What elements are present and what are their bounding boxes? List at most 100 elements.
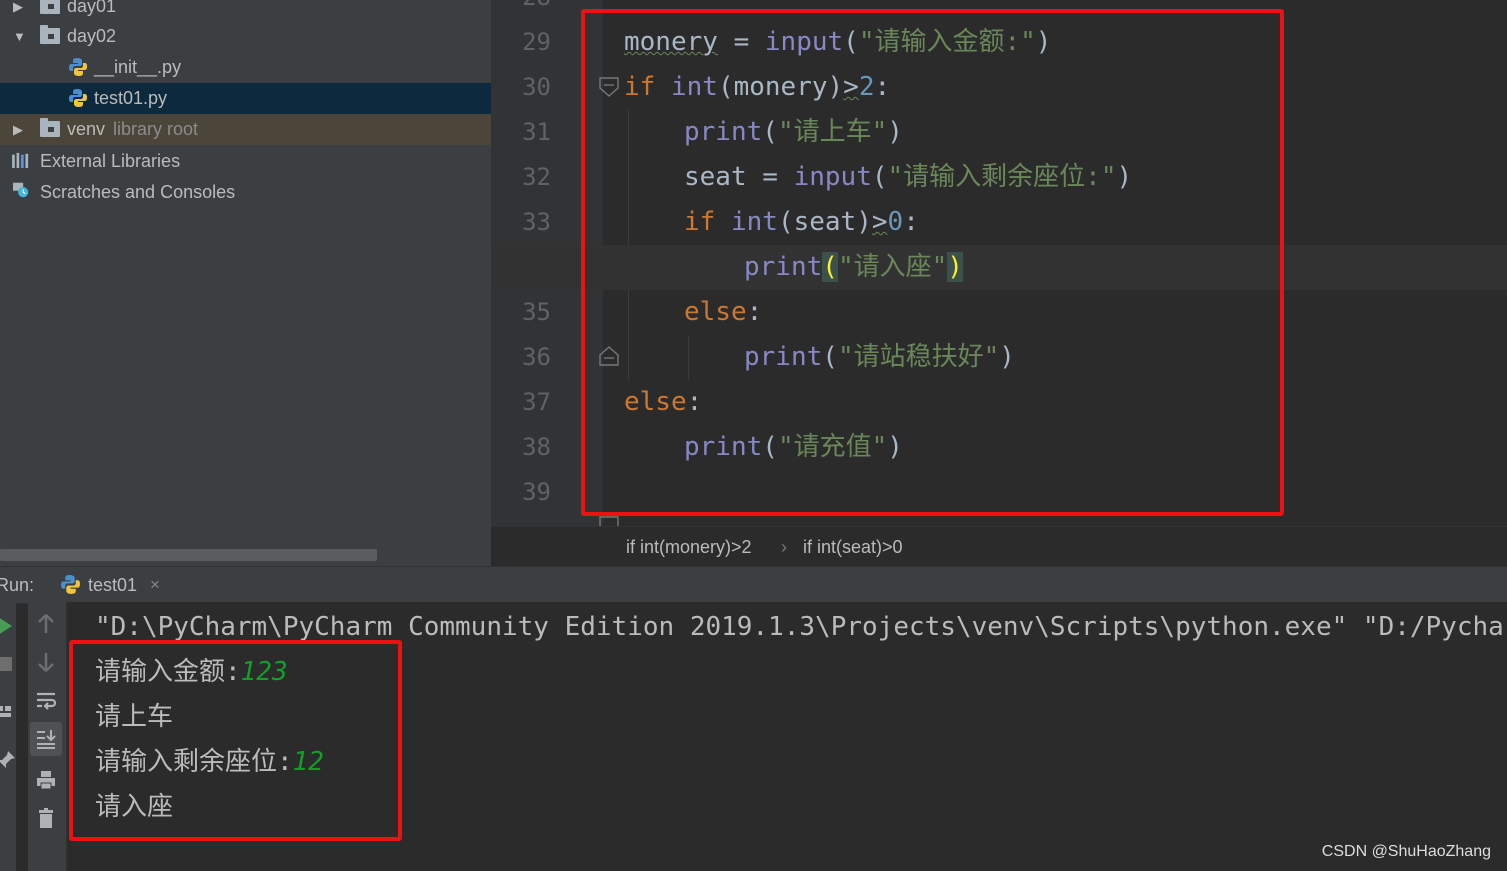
tree-item-init-py[interactable]: __init__.py: [0, 52, 491, 83]
project-tool-window: ▶ day01 ▼ day02 __init__.py test01.py ▶ …: [0, 0, 491, 566]
scroll-to-end-toggle[interactable]: [30, 722, 62, 756]
soft-wrap-icon[interactable]: [34, 689, 58, 713]
run-tab-label[interactable]: test01: [88, 567, 137, 603]
code-paren: (: [822, 342, 838, 372]
code-line-35[interactable]: else:: [491, 290, 1507, 335]
code-paren: ): [1035, 27, 1052, 57]
code-line-32[interactable]: seat = input("请输入剩余座位:"): [491, 155, 1507, 200]
breadcrumb-separator-icon: ›: [781, 537, 787, 557]
code-string: "请输入剩余座位:": [887, 162, 1117, 192]
code-colon: :: [686, 387, 703, 417]
folder-icon: [40, 118, 60, 137]
code-identifier: monery: [624, 27, 718, 57]
code-builtin: print: [684, 117, 763, 147]
code-line-36[interactable]: print("请站稳扶好"): [491, 335, 1507, 380]
code-identifier: seat: [684, 162, 747, 192]
breadcrumb-item[interactable]: if int(seat)>0: [803, 527, 903, 567]
code-number: 2: [858, 72, 875, 102]
code-string: "请站稳扶好": [837, 342, 1000, 372]
run-label: Run:: [0, 575, 35, 595]
fold-collapse-icon[interactable]: [598, 515, 620, 526]
code-line-30[interactable]: if int(monery)>2:: [491, 65, 1507, 110]
rerun-icon[interactable]: [0, 614, 18, 638]
code-paren: ): [827, 72, 844, 102]
code-paren-matched: ): [947, 252, 963, 282]
tree-item-label: venv: [67, 119, 106, 139]
scroll-to-end-icon: [37, 730, 56, 749]
code-line-38[interactable]: print("请充值"): [491, 425, 1507, 470]
code-paren-matched: (: [822, 252, 838, 282]
console-prompt: 请入座: [95, 792, 174, 822]
code-builtin: int: [730, 207, 778, 237]
console-line: 请输入剩余座位:12: [95, 740, 324, 785]
print-icon[interactable]: [34, 768, 58, 792]
line-number: 28: [491, 0, 551, 20]
console-command-line: "D:\PyCharm\PyCharm Community Edition 20…: [95, 612, 1507, 642]
tree-item-scratches[interactable]: Scratches and Consoles: [0, 177, 491, 208]
console-line: 请输入金额:123: [95, 650, 288, 695]
code-builtin: print: [684, 432, 763, 462]
breadcrumb-item[interactable]: if int(monery)>2: [626, 527, 752, 567]
code-paren: ): [856, 207, 872, 237]
code-builtin: input: [793, 162, 872, 192]
code-line-31[interactable]: print("请上车"): [491, 110, 1507, 155]
folder-icon: [40, 25, 60, 44]
tree-item-day01[interactable]: ▶ day01: [0, 0, 491, 22]
arrow-down-icon[interactable]: [34, 650, 58, 674]
code-string: "请上车": [777, 117, 888, 147]
code-string: "请充值": [777, 432, 888, 462]
folder-icon: [40, 0, 60, 14]
code-line-33[interactable]: if int(seat)>0:: [491, 200, 1507, 245]
code-operator: =: [746, 162, 794, 192]
tree-item-external-libraries[interactable]: External Libraries: [0, 146, 491, 177]
run-tool-window-header: Run: test01 ×: [0, 566, 1507, 604]
code-line-34[interactable]: print("请入座"): [491, 245, 1507, 290]
code-keyword: if: [684, 207, 716, 237]
tree-item-label: __init__.py: [94, 57, 182, 77]
horizontal-scrollbar[interactable]: [0, 549, 377, 561]
expand-arrow-icon[interactable]: ▶: [13, 114, 29, 145]
python-file-icon: [69, 89, 87, 107]
code-operator: >: [843, 72, 859, 102]
code-line-37[interactable]: else:: [491, 380, 1507, 425]
trash-icon[interactable]: [34, 806, 58, 830]
stop-icon[interactable]: [0, 652, 18, 676]
code-string: "请输入金额:": [858, 27, 1036, 57]
code-builtin: int: [670, 72, 718, 102]
code-paren: (: [777, 207, 794, 237]
code-identifier: seat: [793, 207, 857, 237]
console-line: 请入座: [95, 785, 173, 830]
console-output[interactable]: "D:\PyCharm\PyCharm Community Edition 20…: [67, 602, 1507, 871]
close-tab-icon[interactable]: ×: [150, 567, 160, 603]
tree-item-test01-py[interactable]: test01.py: [0, 83, 491, 114]
code-line-29[interactable]: monery = input("请输入金额:"): [491, 20, 1507, 65]
console-line: 请上车: [95, 695, 173, 740]
tree-item-label: External Libraries: [40, 151, 181, 171]
code-paren: (: [871, 162, 888, 192]
code-keyword: else: [624, 387, 687, 417]
console-user-input: 12: [292, 747, 324, 777]
code-builtin: print: [744, 342, 823, 372]
python-file-icon: [69, 58, 87, 76]
console-prompt: 请上车: [95, 702, 174, 732]
tree-item-venv[interactable]: ▶ venv library root: [0, 114, 491, 145]
console-prompt: 请输入剩余座位:: [95, 747, 293, 777]
console-prompt: 请输入金额:: [95, 657, 241, 687]
code-colon: :: [746, 297, 763, 327]
pin-icon[interactable]: [0, 748, 18, 772]
collapse-arrow-icon[interactable]: ▼: [13, 21, 29, 52]
code-editor[interactable]: 28 29 30 31 32 33 34 35 36 37 38 39 mone…: [491, 0, 1507, 526]
code-paren: ): [887, 432, 903, 462]
tree-item-day02[interactable]: ▼ day02: [0, 21, 491, 52]
arrow-up-icon[interactable]: [34, 612, 58, 636]
library-root-label: library root: [113, 119, 199, 139]
expand-arrow-icon[interactable]: ▶: [13, 0, 29, 22]
code-paren: (: [717, 72, 734, 102]
code-identifier: monery: [733, 72, 828, 102]
scratches-icon: [13, 182, 29, 198]
code-operator: =: [717, 27, 765, 57]
tree-item-label: test01.py: [94, 88, 168, 108]
code-keyword: if: [624, 72, 656, 102]
code-keyword: else: [684, 297, 747, 327]
layout-icon[interactable]: [0, 700, 18, 724]
